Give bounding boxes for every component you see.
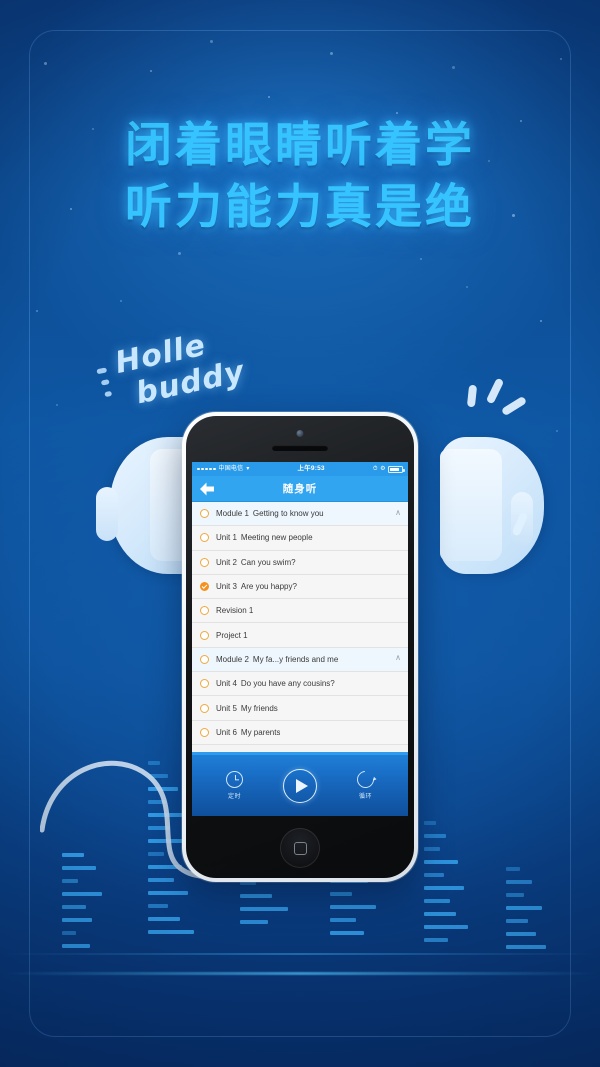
nav-bar: 随身听 — [192, 476, 408, 502]
timer-icon — [226, 771, 243, 788]
row-label: Unit 4 Do you have any cousins? — [216, 679, 335, 688]
equalizer-baseline — [0, 972, 600, 975]
front-camera-icon — [296, 430, 304, 437]
chevron-up-icon[interactable]: ∧ — [395, 654, 401, 662]
alarm-icon: ⏱ — [372, 466, 378, 472]
unit-row[interactable]: Unit 3 Are you happy? — [192, 574, 408, 600]
radio-icon[interactable] — [200, 509, 209, 519]
phone-mockup: 中国电信 ▾ 上午9:53 ⏱ ⚙ 随身听 Module 1 Getting t… — [182, 412, 418, 882]
home-button[interactable] — [280, 828, 320, 868]
loop-button[interactable]: 循环 — [353, 767, 378, 800]
radio-icon[interactable] — [200, 727, 209, 737]
module-row[interactable]: Module 2 My fa...y friends and me ∧ — [192, 647, 408, 673]
play-icon — [295, 778, 308, 793]
unit-row[interactable]: Revision 1 — [192, 599, 408, 624]
row-lead: Unit 4 — [216, 679, 237, 689]
equalizer-baseline-secondary — [0, 953, 600, 955]
row-label: Unit 3 Are you happy? — [216, 582, 297, 591]
unit-row[interactable]: Unit 2 Can you swim? — [192, 550, 408, 575]
row-label: Module 1 Getting to know you — [216, 509, 324, 518]
row-lead: Project 1 — [216, 630, 248, 640]
status-right-icons: ⏱ ⚙ — [372, 465, 405, 473]
home-square-icon — [293, 841, 307, 855]
phone-screen: 中国电信 ▾ 上午9:53 ⏱ ⚙ 随身听 Module 1 Getting t… — [192, 462, 408, 816]
unit-row[interactable]: Unit 1 Meeting new people — [192, 526, 408, 551]
loop-label: 循环 — [358, 794, 372, 800]
row-label: Project 1 — [216, 631, 252, 640]
radio-icon[interactable] — [200, 630, 209, 640]
row-title: Are you happy? — [240, 582, 297, 592]
unit-row[interactable]: Project 1 — [192, 623, 408, 648]
row-label: Revision 1 — [216, 606, 257, 615]
row-title: My fa...y friends and me — [252, 654, 339, 664]
row-lead: Unit 3 — [216, 582, 237, 592]
row-label: Unit 2 Can you swim? — [216, 558, 296, 567]
play-button[interactable] — [283, 768, 317, 803]
radio-icon[interactable] — [200, 654, 209, 664]
radio-icon[interactable] — [200, 533, 209, 543]
earpiece-speaker — [272, 445, 328, 451]
page-title: 闭着眼睛听着学 听力能力真是绝 — [0, 117, 600, 237]
row-lead: Module 2 — [216, 654, 249, 664]
row-lead: Module 1 — [216, 509, 249, 519]
radio-icon[interactable] — [200, 606, 209, 616]
row-lead: Unit 5 — [216, 703, 237, 713]
unit-row[interactable]: Unit 4 Do you have any cousins? — [192, 672, 408, 697]
headline-line-2: 听力能力真是绝 — [125, 180, 475, 235]
loop-icon — [353, 767, 378, 792]
row-lead: Unit 1 — [216, 533, 237, 543]
module-row[interactable]: Module 1 Getting to know you ∧ — [192, 502, 408, 527]
page-title: 随身听 — [282, 483, 318, 495]
lesson-list[interactable]: Module 1 Getting to know you ∧ Unit 1 Meetin… — [192, 502, 408, 752]
poster-stage: 闭着眼睛听着学 听力能力真是绝 Holle buddy 中国电信 ▾ 上午9:5… — [0, 0, 600, 1067]
row-label: Unit 6 My parents — [216, 728, 280, 737]
phone-bezel: 中国电信 ▾ 上午9:53 ⏱ ⚙ 随身听 Module 1 Getting t… — [186, 416, 414, 878]
row-label: Unit 1 Meeting new people — [216, 533, 313, 542]
radio-icon[interactable] — [200, 557, 209, 567]
status-bar: 中国电信 ▾ 上午9:53 ⏱ ⚙ — [192, 462, 408, 476]
battery-icon — [388, 465, 405, 473]
timer-label: 定时 — [227, 794, 241, 800]
row-lead: Unit 2 — [216, 557, 237, 567]
row-title: Getting to know you — [252, 509, 324, 519]
row-title: My parents — [240, 727, 281, 737]
row-lead: Unit 6 — [216, 727, 237, 737]
radio-icon[interactable] — [200, 679, 209, 689]
chevron-up-icon[interactable]: ∧ — [395, 508, 401, 517]
row-label: Module 2 My fa...y friends and me — [216, 655, 338, 664]
row-lead: Revision 1 — [216, 606, 254, 616]
player-bar: 定时 循环 — [192, 752, 408, 816]
back-arrow-icon[interactable] — [199, 481, 216, 496]
row-title: Do you have any cousins? — [240, 679, 335, 689]
row-title: My friends — [240, 703, 278, 713]
timer-button[interactable]: 定时 — [226, 771, 243, 800]
row-title: Meeting new people — [240, 533, 313, 543]
unit-row[interactable]: Unit 6 My parents — [192, 720, 408, 745]
radio-checked-icon[interactable] — [200, 582, 209, 592]
unit-row[interactable]: Unit 5 My friends — [192, 696, 408, 721]
row-label: Unit 5 My friends — [216, 704, 278, 713]
status-time: 上午9:53 — [297, 464, 325, 472]
carrier-label: 中国电信 — [218, 466, 244, 472]
radio-icon[interactable] — [200, 703, 209, 713]
row-title: Can you swim? — [240, 557, 296, 567]
headline-line-1: 闭着眼睛听着学 — [125, 118, 475, 173]
signal-strength-icon — [197, 467, 216, 471]
rotation-lock-icon: ⚙ — [380, 466, 386, 472]
